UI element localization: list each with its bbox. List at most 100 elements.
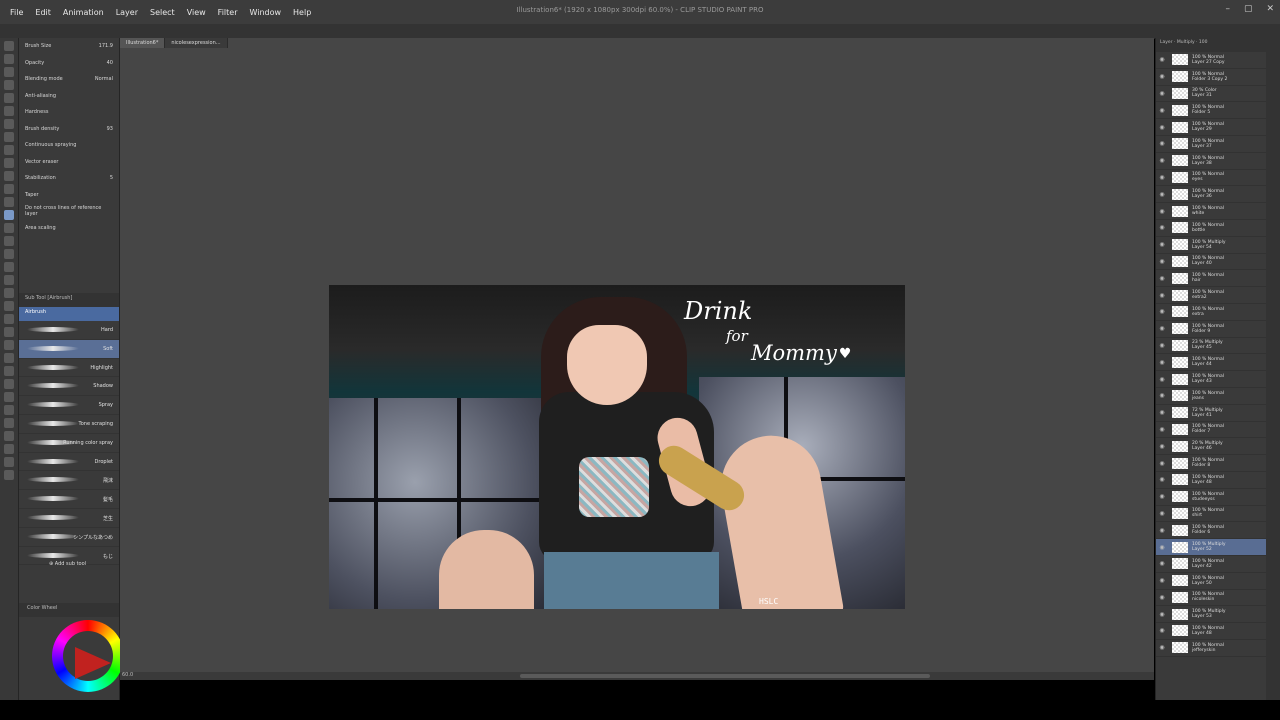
layer-row[interactable]: ◉ 100 % Normal Layer 43	[1156, 371, 1266, 388]
eye-icon[interactable]: ◉	[1158, 392, 1166, 399]
layer-row[interactable]: ◉ 100 % Normal Folder 6	[1156, 522, 1266, 540]
eye-icon[interactable]: ◉	[1158, 308, 1166, 315]
layer-row[interactable]: ◉ 100 % Normal extra2	[1156, 287, 1266, 304]
tool-icon[interactable]	[4, 145, 14, 155]
tool-property-value[interactable]: 93	[107, 126, 113, 132]
eye-icon[interactable]: ◉	[1158, 627, 1166, 634]
eye-icon[interactable]: ◉	[1158, 124, 1166, 131]
eye-icon[interactable]: ◉	[1158, 275, 1166, 282]
eye-icon[interactable]: ◉	[1158, 376, 1166, 383]
sub-tool-item[interactable]: Tone scraping	[19, 415, 119, 434]
eye-icon[interactable]: ◉	[1158, 527, 1166, 534]
tool-icon[interactable]	[4, 353, 14, 363]
eye-icon[interactable]: ◉	[1158, 107, 1166, 114]
tool-icon[interactable]	[4, 392, 14, 402]
eye-icon[interactable]: ◉	[1158, 493, 1166, 500]
layer-row[interactable]: ◉ 100 % Multiply Layer 53	[1156, 606, 1266, 624]
layer-row[interactable]: ◉ 100 % Normal Folder 5	[1156, 102, 1266, 120]
tool-icon[interactable]	[4, 301, 14, 311]
sub-tool-item[interactable]: 髪毛	[19, 490, 119, 509]
tool-property-row[interactable]: Vector eraser	[19, 154, 119, 171]
tool-icon[interactable]	[4, 418, 14, 428]
layer-row[interactable]: ◉ 20 % Multiply Layer 46	[1156, 438, 1266, 456]
tool-icon[interactable]	[4, 249, 14, 259]
layer-row[interactable]: ◉ 100 % Normal Layer 36	[1156, 186, 1266, 204]
layer-row[interactable]: ◉ 100 % Normal Layer 37	[1156, 136, 1266, 153]
layer-row[interactable]: ◉ 100 % Normal jeans	[1156, 388, 1266, 405]
layer-blend-mode[interactable]: Multiply	[1177, 40, 1195, 45]
layer-opacity[interactable]: 100	[1199, 40, 1208, 45]
layer-row[interactable]: ◉ 100 % Normal Layer 48	[1156, 472, 1266, 489]
tool-icon[interactable]	[4, 457, 14, 467]
eye-icon[interactable]: ◉	[1158, 208, 1166, 215]
layer-row[interactable]: ◉ 72 % Multiply Layer 41	[1156, 405, 1266, 422]
eye-icon[interactable]: ◉	[1158, 460, 1166, 467]
tool-property-row[interactable]: Continuous spraying	[19, 137, 119, 154]
zoom-level[interactable]: 60.0	[122, 672, 133, 678]
eye-icon[interactable]: ◉	[1158, 510, 1166, 517]
tool-property-value[interactable]: 171.9	[99, 43, 113, 49]
canvas-area[interactable]: Illustration6* nicolesexpression... Drink…	[120, 38, 1154, 672]
sub-tool-item[interactable]: 芝生	[19, 509, 119, 528]
layer-row[interactable]: ◉ 100 % Normal Layer 38	[1156, 153, 1266, 170]
sub-tool-tab[interactable]: Airbrush	[19, 307, 119, 321]
layer-row[interactable]: ◉ 100 % Normal shirt	[1156, 506, 1266, 523]
eye-icon[interactable]: ◉	[1158, 157, 1166, 164]
layer-row[interactable]: ◉ 100 % Normal Layer 27 Copy	[1156, 52, 1266, 69]
tool-icon[interactable]	[4, 262, 14, 272]
layer-row[interactable]: ◉ 30 % Color Layer 31	[1156, 86, 1266, 103]
sub-tool-item[interactable]: Highlight	[19, 359, 119, 378]
eye-icon[interactable]: ◉	[1158, 191, 1166, 198]
tool-icon[interactable]	[4, 405, 14, 415]
tool-icon[interactable]	[4, 314, 14, 324]
maximize-icon[interactable]: ▢	[1244, 4, 1253, 14]
tool-icon[interactable]	[4, 41, 14, 51]
eye-icon[interactable]: ◉	[1158, 258, 1166, 265]
eye-icon[interactable]: ◉	[1158, 174, 1166, 181]
eye-icon[interactable]: ◉	[1158, 140, 1166, 147]
layer-row[interactable]: ◉ 100 % Normal Layer 40	[1156, 254, 1266, 271]
tool-icon[interactable]	[4, 80, 14, 90]
layer-row[interactable]: ◉ 100 % Normal extra	[1156, 304, 1266, 321]
tool-property-row[interactable]: Hardness	[19, 104, 119, 121]
tool-icon[interactable]	[4, 288, 14, 298]
tool-property-row[interactable]: Anti-aliasing	[19, 88, 119, 105]
eye-icon[interactable]: ◉	[1158, 56, 1166, 63]
layer-row[interactable]: ◉ 100 % Normal eyes	[1156, 170, 1266, 187]
eye-icon[interactable]: ◉	[1158, 594, 1166, 601]
layer-row[interactable]: ◉ 100 % Normal hair	[1156, 270, 1266, 288]
sub-tool-item[interactable]: 飛沫	[19, 471, 119, 491]
tool-icon[interactable]	[4, 223, 14, 233]
layer-row[interactable]: ◉ 100 % Normal Layer 44	[1156, 354, 1266, 372]
sub-tool-item[interactable]: Droplet	[19, 453, 119, 472]
tool-property-row[interactable]: Blending mode Normal	[19, 71, 119, 88]
layer-row[interactable]: ◉ 100 % Multiply Layer 52	[1156, 539, 1266, 556]
layer-row[interactable]: ◉ 100 % Normal Folder 9	[1156, 321, 1266, 338]
eye-icon[interactable]: ◉	[1158, 644, 1166, 651]
sub-tool-item[interactable]: シンプルなあつめ	[19, 528, 119, 547]
tool-property-value[interactable]: 5	[110, 175, 113, 181]
tool-property-row[interactable]: Brush density 93	[19, 121, 119, 138]
eye-icon[interactable]: ◉	[1158, 241, 1166, 248]
layer-row[interactable]: ◉ 100 % Normal bottle	[1156, 220, 1266, 237]
tool-icon[interactable]	[4, 93, 14, 103]
layer-row[interactable]: ◉ 100 % Normal Layer 29	[1156, 119, 1266, 136]
horizontal-scrollbar[interactable]	[520, 674, 930, 678]
layer-row[interactable]: ◉ 100 % Multiply Layer 54	[1156, 237, 1266, 254]
tool-property-row[interactable]: Stabilization 5	[19, 170, 119, 187]
tool-icon[interactable]	[4, 444, 14, 454]
tool-icon[interactable]	[4, 379, 14, 389]
tool-icon[interactable]	[4, 184, 14, 194]
tool-property-value[interactable]: Normal	[95, 76, 113, 82]
layer-row[interactable]: ◉ 100 % Normal Layer 42	[1156, 556, 1266, 573]
sub-tool-item[interactable]: Shadow	[19, 377, 119, 397]
canvas-tab[interactable]: nicolesexpression...	[165, 38, 228, 48]
eye-icon[interactable]: ◉	[1158, 611, 1166, 618]
tool-property-value[interactable]: 40	[107, 60, 113, 66]
add-sub-tool-button[interactable]: ⊕ Add sub tool	[49, 561, 86, 567]
tool-icon[interactable]	[4, 67, 14, 77]
tool-icon[interactable]	[4, 197, 14, 207]
tool-icon[interactable]	[4, 366, 14, 376]
tool-icon[interactable]	[4, 210, 14, 220]
tool-icon[interactable]	[4, 106, 14, 116]
